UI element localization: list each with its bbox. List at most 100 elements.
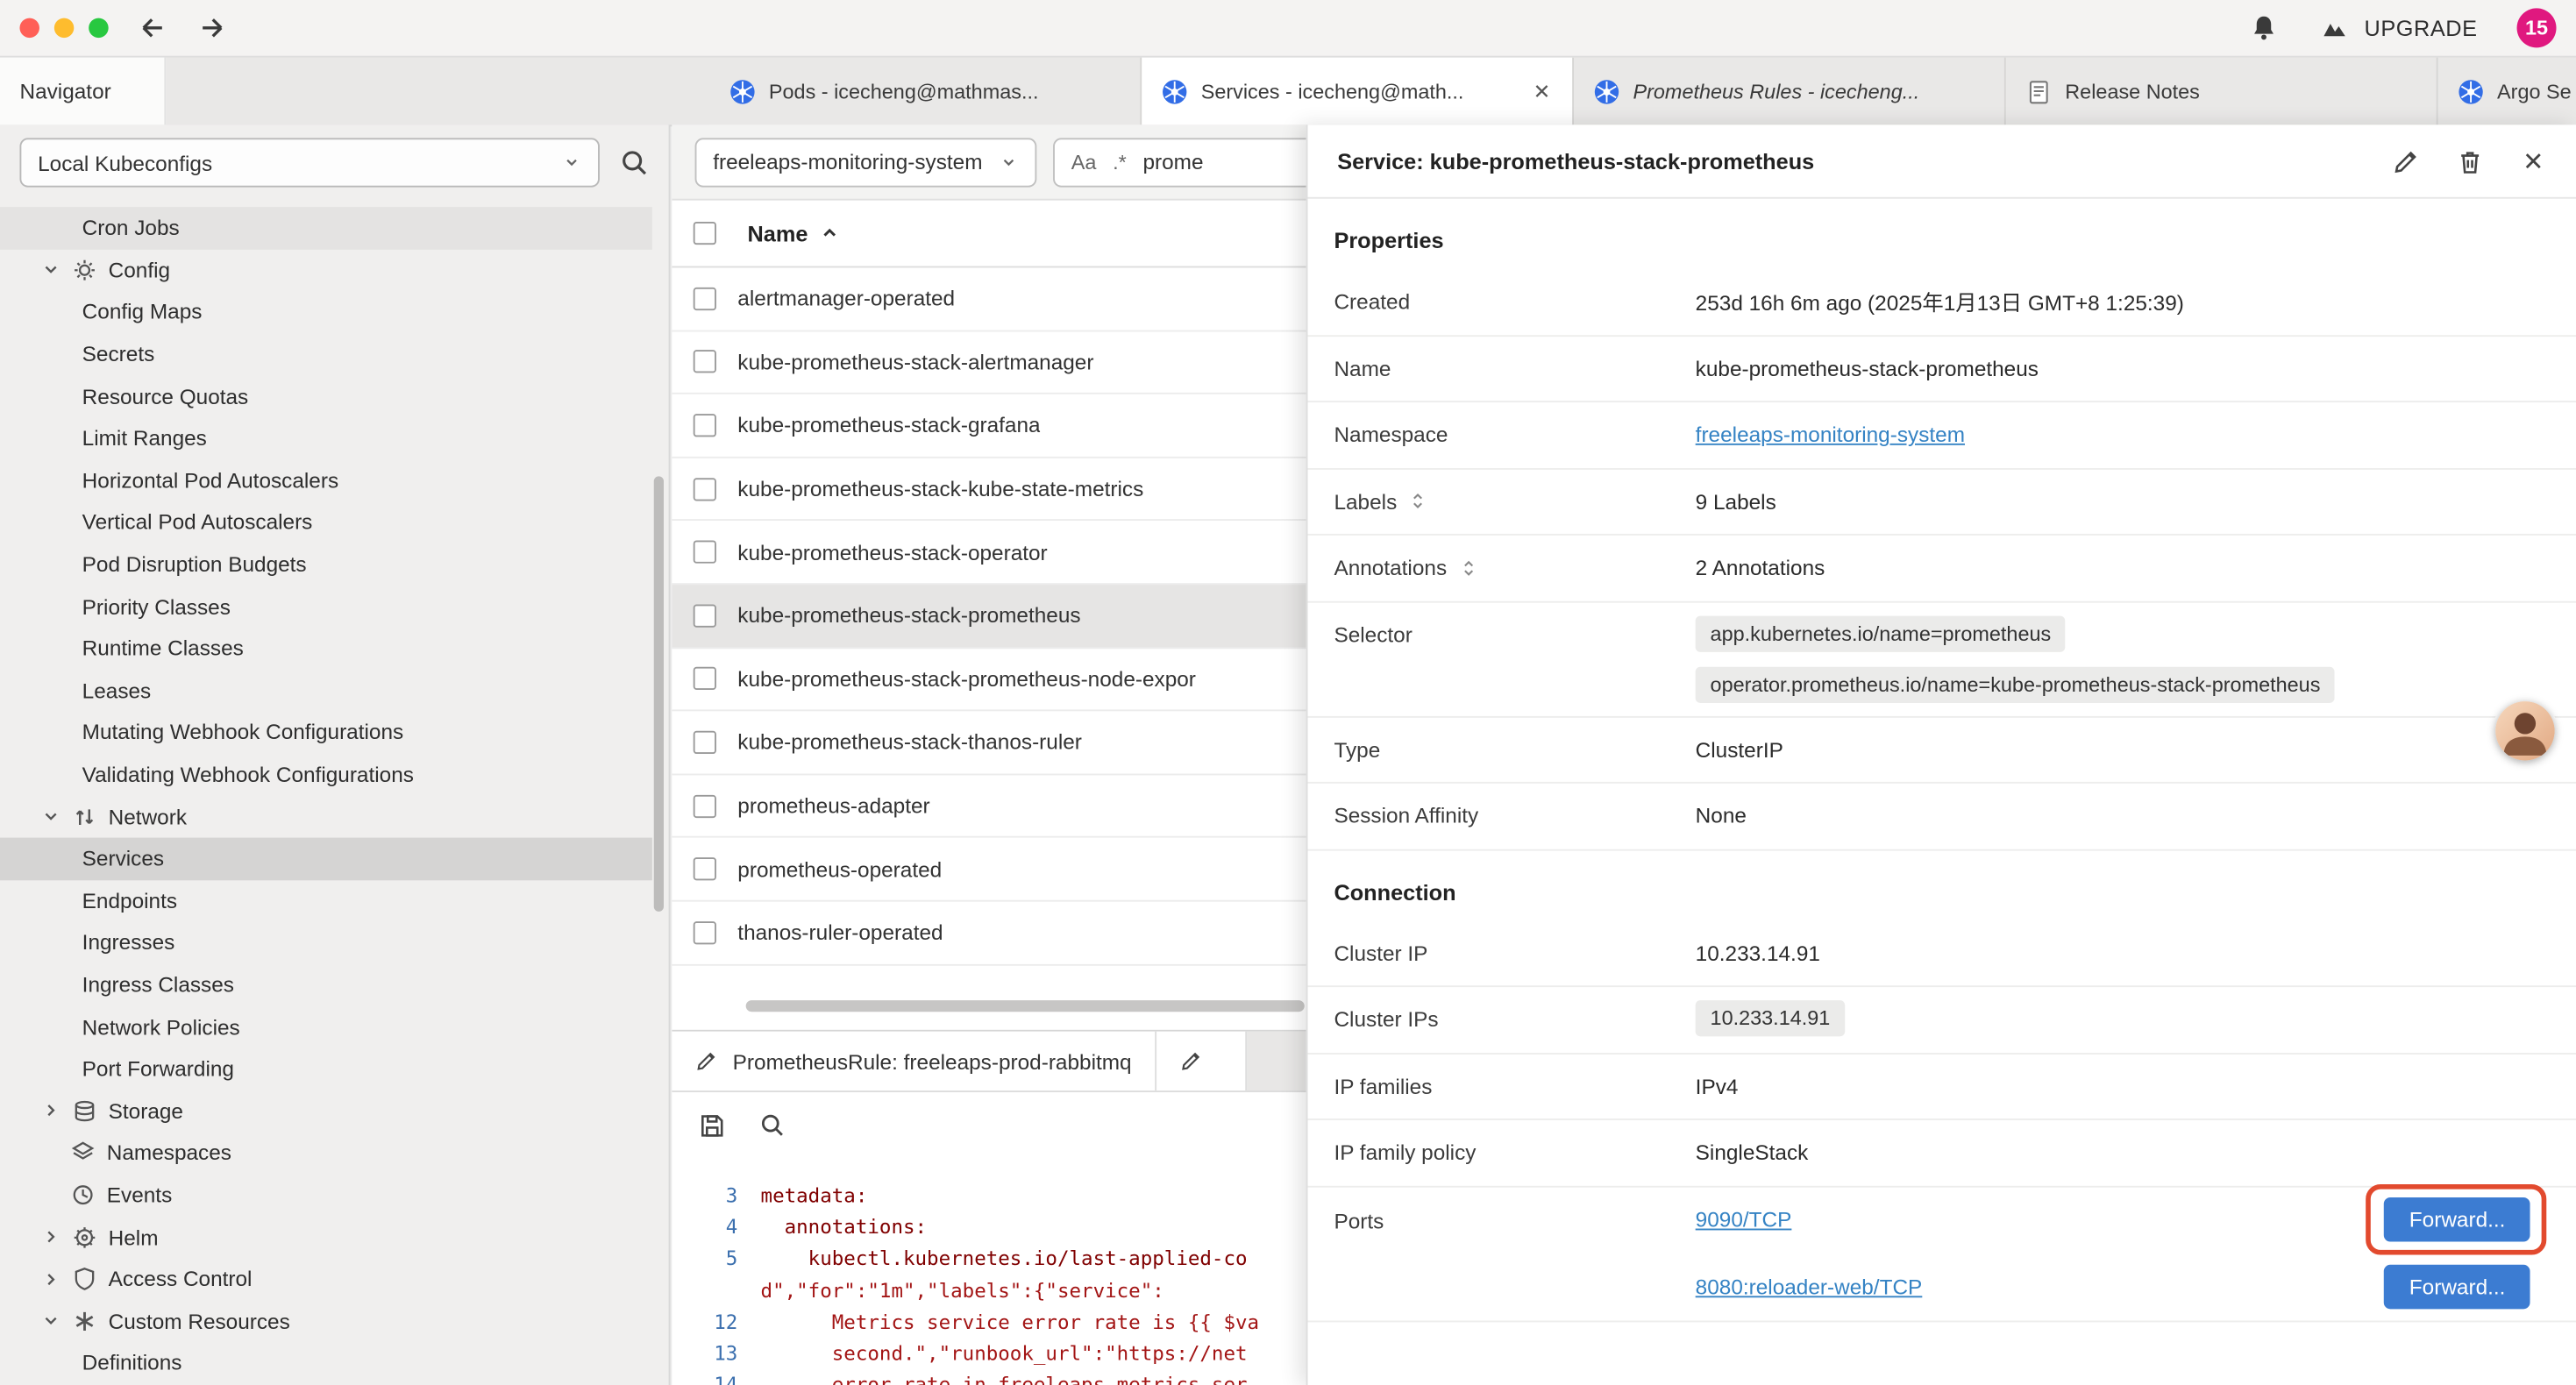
save-icon[interactable] [698,1112,726,1140]
row-checkbox[interactable] [694,667,716,690]
sidebar-item-helm[interactable]: Helm [0,1216,652,1258]
close-tab-icon[interactable] [1531,81,1552,102]
minimize-window-button[interactable] [54,18,74,38]
tab-label: Release Notes [2065,80,2416,103]
editor-search-icon[interactable] [759,1112,786,1139]
chevron-down-icon[interactable] [41,806,60,826]
tab-release-notes[interactable]: Release Notes [2006,58,2438,125]
edit-pencil-icon[interactable] [2392,147,2420,175]
row-checkbox[interactable] [694,604,716,627]
back-arrow-icon[interactable] [138,13,167,43]
property-value-link[interactable]: freeleaps-monitoring-system [1696,423,1965,447]
dock-tab-prometheusrule[interactable]: PrometheusRule: freeleaps-prod-rabbitmq [672,1032,1156,1090]
tab-argo-se[interactable]: Argo Se [2438,58,2576,125]
chevron-down-icon[interactable] [41,260,60,280]
sidebar-item-network[interactable]: Network [0,795,652,837]
sidebar-item-storage[interactable]: Storage [0,1090,652,1132]
row-checkbox[interactable] [694,921,716,944]
tab-prometheus-rules-icecheng[interactable]: Prometheus Rules - icecheng... [1574,58,2006,125]
sidebar-scrollbar[interactable] [654,476,664,912]
line-number: 14 [672,1370,760,1385]
tab-pods-icecheng-mathmas[interactable]: Pods - icecheng@mathmas... [709,58,1142,125]
port-link[interactable]: 9090/TCP [1696,1208,1792,1232]
namespace-selector[interactable]: freeleaps-monitoring-system [695,137,1037,186]
close-window-button[interactable] [19,18,39,38]
property-row-ip-family-policy: IP family policySingleStack [1307,1120,2576,1187]
sort-ascending-icon[interactable] [818,222,841,245]
name-column-header[interactable]: Name [748,221,808,245]
assistant-avatar[interactable] [2495,701,2554,760]
sidebar-item-mutating-webhook-configurations[interactable]: Mutating Webhook Configurations [0,712,652,754]
property-label: IP family policy [1334,1140,1476,1165]
line-number: 5 [672,1244,760,1275]
trash-icon[interactable] [2456,147,2484,175]
row-checkbox[interactable] [694,477,716,500]
sidebar-item-port-forwarding[interactable]: Port Forwarding [0,1048,652,1090]
sidebar-item-priority-classes[interactable]: Priority Classes [0,586,652,628]
sidebar-item-access-control[interactable]: Access Control [0,1258,652,1300]
forward-button[interactable]: Forward... [2385,1197,2530,1242]
property-row-cluster-ips: Cluster IPs10.233.14.91 [1307,987,2576,1054]
row-checkbox[interactable] [694,857,716,880]
notification-count-badge[interactable]: 15 [2517,8,2557,47]
sidebar-item-ingress-classes[interactable]: Ingress Classes [0,963,652,1005]
sidebar-item-config[interactable]: Config [0,249,652,291]
sidebar-item-runtime-classes[interactable]: Runtime Classes [0,628,652,670]
chevron-right-icon[interactable] [41,1227,60,1246]
line-number: 12 [672,1307,760,1339]
sidebar-item-validating-webhook-configurations[interactable]: Validating Webhook Configurations [0,754,652,796]
row-checkbox[interactable] [694,541,716,564]
match-case-toggle[interactable]: Aa [1071,150,1097,173]
kubernetes-icon [2458,78,2484,104]
service-name: kube-prometheus-stack-grafana [737,413,1040,437]
sidebar-item-horizontal-pod-autoscalers[interactable]: Horizontal Pod Autoscalers [0,459,652,501]
sidebar-item-endpoints[interactable]: Endpoints [0,879,652,921]
dock-tab-partial[interactable] [1156,1032,1247,1090]
sidebar-item-events[interactable]: Events [0,1174,652,1216]
sidebar-item-label: Access Control [109,1267,253,1291]
sidebar-item-namespaces[interactable]: Namespaces [0,1132,652,1174]
sidebar-item-pod-disruption-budgets[interactable]: Pod Disruption Budgets [0,543,652,586]
row-checkbox[interactable] [694,794,716,817]
sort-updown-icon[interactable] [1458,558,1477,578]
forward-button-wrap: Forward... [2385,1264,2530,1309]
property-label: Session Affinity [1334,804,1478,828]
drawer-actions [2392,147,2546,175]
navigator-panel-tab[interactable]: Navigator [0,58,166,125]
forward-button[interactable]: Forward... [2385,1264,2530,1309]
notifications-bell-icon[interactable] [2249,13,2279,43]
chevron-right-icon[interactable] [41,1269,60,1289]
sort-updown-icon[interactable] [1408,492,1427,511]
sidebar-item-secrets[interactable]: Secrets [0,333,652,375]
forward-arrow-icon[interactable] [197,13,227,43]
horizontal-scrollbar[interactable] [746,1000,1305,1012]
port-link[interactable]: 8080:reloader-web/TCP [1696,1275,1923,1299]
row-checkbox[interactable] [694,731,716,754]
select-all-checkbox[interactable] [694,222,716,245]
chevron-down-icon[interactable] [41,1311,60,1331]
row-checkbox[interactable] [694,288,716,310]
sidebar-item-resource-quotas[interactable]: Resource Quotas [0,375,652,417]
upgrade-button[interactable]: UPGRADE [2318,15,2478,41]
sidebar-item-custom-resources[interactable]: Custom Resources [0,1300,652,1342]
tab-services-icecheng-math[interactable]: Services - icecheng@math... [1142,58,1574,125]
sidebar-search-icon[interactable] [619,148,649,178]
property-row-labels: Labels9 Labels [1307,469,2576,536]
row-checkbox[interactable] [694,414,716,437]
sidebar-item-vertical-pod-autoscalers[interactable]: Vertical Pod Autoscalers [0,501,652,543]
sidebar-item-network-policies[interactable]: Network Policies [0,1005,652,1048]
navigator-sidebar: Local Kubeconfigs Cron JobsConfigConfig … [0,124,670,1385]
row-checkbox[interactable] [694,351,716,373]
sidebar-item-definitions[interactable]: Definitions [0,1342,652,1384]
sidebar-item-limit-ranges[interactable]: Limit Ranges [0,417,652,459]
sidebar-item-cron-jobs[interactable]: Cron Jobs [0,207,652,249]
regex-toggle[interactable]: .* [1113,150,1127,173]
close-icon[interactable] [2520,148,2546,174]
kubeconfig-selector[interactable]: Local Kubeconfigs [19,138,599,187]
zoom-window-button[interactable] [89,18,108,38]
sidebar-item-leases[interactable]: Leases [0,670,652,712]
sidebar-item-ingresses[interactable]: Ingresses [0,921,652,963]
sidebar-item-config-maps[interactable]: Config Maps [0,291,652,333]
chevron-right-icon[interactable] [41,1101,60,1120]
sidebar-item-services[interactable]: Services [0,837,652,879]
